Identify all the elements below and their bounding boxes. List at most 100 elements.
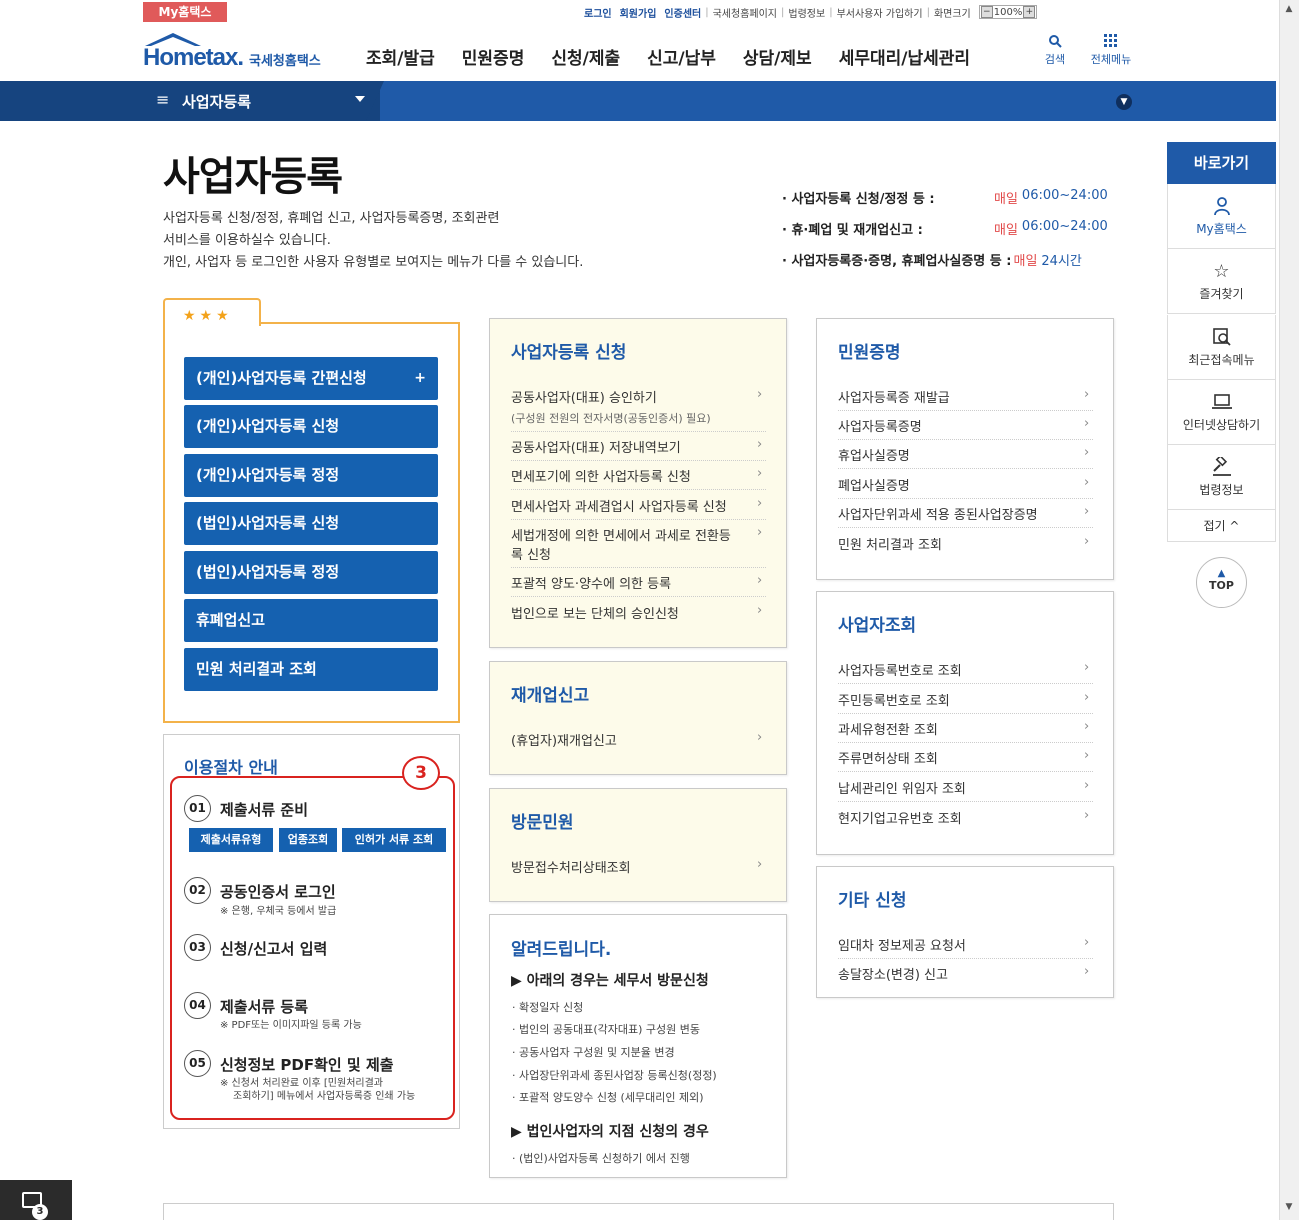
link-exempt-concurrent[interactable]: 면세사업자 과세겸업시 사업자등록 신청 [511, 496, 727, 515]
doc-type-button[interactable]: 제출서류유형 [189, 828, 273, 852]
grid-icon [1104, 34, 1117, 47]
dropdown-icon[interactable] [355, 96, 365, 102]
quick-btn-corp-apply[interactable]: (법인)사업자등록 신청 [184, 502, 438, 545]
nts-homepage-link[interactable]: 국세청홈페이지 [709, 5, 781, 20]
signup-link[interactable]: 회원가입 [616, 5, 661, 20]
search-button[interactable]: 검색 [1040, 34, 1070, 67]
divider [838, 683, 1093, 684]
link-lease-info[interactable]: 임대차 정보제공 요청서 [838, 935, 966, 954]
divider [838, 527, 1093, 528]
link-tax-admin[interactable]: 납세관리인 위임자 조회 [838, 778, 966, 797]
notice-item: · 사업장단위과세 종된사업장 등록신청(정정) [512, 1069, 717, 1082]
chevron-right-icon: › [1084, 690, 1090, 705]
quick-btn-corp-modify[interactable]: (법인)사업자등록 정정 [184, 551, 438, 594]
link-liquor-license[interactable]: 주류면허상태 조회 [838, 748, 938, 767]
sidebar-label: 인터넷상담하기 [1182, 418, 1261, 432]
industry-lookup-button[interactable]: 업종조회 [279, 828, 337, 852]
divider [838, 498, 1093, 499]
link-reissue[interactable]: 사업자등록증 재발급 [838, 387, 950, 406]
recent-search-icon [1168, 327, 1275, 347]
license-doc-button[interactable]: 인허가 서류 조회 [342, 828, 446, 852]
desc-line: 서비스를 이용하실수 있습니다. [163, 233, 331, 248]
desc-line: 사업자등록 신청/정정, 휴폐업 신고, 사업자등록증명, 조회관련 [163, 211, 500, 226]
link-transfer[interactable]: 포괄적 양도·양수에 의한 등록 [511, 573, 671, 592]
navbar-title[interactable]: 사업자등록 [182, 91, 251, 112]
link-tax-type-change[interactable]: 과세유형전환 조회 [838, 719, 938, 738]
chevron-right-icon: › [1084, 964, 1090, 979]
panel-title: 알려드립니다. [511, 940, 612, 960]
menu-report-pay[interactable]: 신고/납부 [647, 44, 716, 69]
all-menu-button[interactable]: 전체메뉴 [1084, 34, 1138, 67]
link-reg-cert[interactable]: 사업자등록증명 [838, 416, 922, 435]
link-by-biz-number[interactable]: 사업자등록번호로 조회 [838, 660, 962, 679]
taskbar-notification[interactable]: 3 [0, 1180, 72, 1220]
link-joint-history[interactable]: 공동사업자(대표) 저장내역보기 [511, 437, 681, 456]
sidebar-recent[interactable]: 최근접속메뉴 [1167, 315, 1276, 380]
hours-label: · 사업자등록 신청/정정 등 : [782, 192, 935, 207]
quick-btn-closure[interactable]: 휴폐업신고 [184, 599, 438, 642]
divider [838, 713, 1093, 714]
chevron-right-icon: › [1084, 778, 1090, 793]
step-note: ※ PDF또는 이미지파일 등록 가능 [220, 1020, 362, 1031]
link-law-change[interactable]: 세법개정에 의한 면세에서 과세로 전환등 록 신청 [511, 525, 731, 563]
step-title: 제출서류 등록 [220, 998, 309, 1016]
scroll-up-icon[interactable]: ▲ [1281, 4, 1297, 18]
logo-text: Hometax. [143, 44, 244, 71]
navbar-notch [366, 81, 384, 121]
chevron-down-icon[interactable]: ▼ [1116, 94, 1132, 110]
laptop-icon [1168, 392, 1275, 412]
chevron-right-icon: › [1084, 387, 1090, 402]
person-icon [1168, 196, 1275, 216]
step-number: 03 [184, 934, 211, 961]
step-number: 04 [184, 992, 211, 1019]
link-result-lookup[interactable]: 민원 처리결과 조회 [838, 534, 942, 553]
link-tax-exempt-waiver[interactable]: 면세포기에 의한 사업자등록 신청 [511, 466, 691, 485]
quick-btn-personal-apply[interactable]: (개인)사업자등록 신청 [184, 405, 438, 448]
link-joint-approve[interactable]: 공동사업자(대표) 승인하기 (구성원 전원의 전자서명(공동인증서) 필요) [511, 387, 711, 426]
login-link[interactable]: 로그인 [580, 5, 616, 20]
hometax-logo[interactable]: Hometax. 국세청홈택스 [143, 32, 333, 72]
zoom-in-button[interactable]: + [1023, 6, 1036, 18]
link-local-id[interactable]: 현지기업고유번호 조회 [838, 808, 962, 827]
link-closure-cert[interactable]: 폐업사실증명 [838, 475, 910, 494]
divider [838, 801, 1093, 802]
vertical-scrollbar[interactable] [1279, 0, 1299, 1220]
menu-tax-agent[interactable]: 세무대리/납세관리 [839, 44, 970, 69]
link-by-resident-number[interactable]: 주민등록번호로 조회 [838, 690, 950, 709]
sidebar-law[interactable]: 법령정보 [1167, 445, 1276, 510]
quick-btn-personal-simple[interactable]: (개인)사업자등록 간편신청 + [184, 357, 438, 400]
menu-application[interactable]: 신청/제출 [551, 44, 620, 69]
top-button[interactable]: ▲ TOP [1196, 557, 1247, 608]
sidebar-consult[interactable]: 인터넷상담하기 [1167, 380, 1276, 445]
my-hometax-tab[interactable]: My홈택스 [143, 2, 227, 22]
quick-btn-personal-modify[interactable]: (개인)사업자등록 정정 [184, 454, 438, 497]
menu-certificate[interactable]: 민원증명 [462, 44, 525, 69]
link-branch-cert[interactable]: 사업자단위과세 적용 종된사업장증명 [838, 504, 1038, 523]
law-info-link[interactable]: 법령정보 [784, 5, 829, 20]
fold-button[interactable]: 접기 ^ [1167, 510, 1276, 542]
scroll-down-icon[interactable]: ▼ [1281, 1202, 1297, 1216]
sidebar-favorites[interactable]: ☆ 즐겨찾기 [1167, 249, 1276, 314]
menu-inquiry[interactable]: 조회/발급 [366, 44, 435, 69]
chevron-right-icon: › [757, 730, 763, 745]
logo-subtext: 국세청홈택스 [249, 54, 321, 69]
panel-reopen [489, 661, 787, 775]
sidebar-my-hometax[interactable]: My홈택스 [1167, 184, 1276, 249]
zoom-out-button[interactable]: − [980, 6, 993, 18]
chevron-right-icon: › [1084, 935, 1090, 950]
star-icon: ★★★ [183, 308, 233, 324]
dept-user-link[interactable]: 부서사용자 가입하기 [833, 5, 927, 20]
link-suspension-cert[interactable]: 휴업사실증명 [838, 445, 910, 464]
cert-center-link[interactable]: 인증센터 [660, 5, 705, 20]
link-visit-status[interactable]: 방문접수처리상태조회 [511, 857, 631, 876]
link-sub: (구성원 전원의 전자서명(공동인증서) 필요) [511, 412, 711, 425]
quick-btn-result[interactable]: 민원 처리결과 조회 [184, 648, 438, 691]
link-org-approval[interactable]: 법인으로 보는 단체의 승인신청 [511, 603, 679, 622]
menu-consult[interactable]: 상담/제보 [743, 44, 812, 69]
chevron-right-icon: › [1084, 660, 1090, 675]
link-delivery-address[interactable]: 송달장소(변경) 신고 [838, 964, 948, 983]
chevron-right-icon: › [1084, 748, 1090, 763]
divider [511, 460, 766, 461]
link-reopen[interactable]: (휴업자)재개업신고 [511, 730, 617, 749]
hours-day: 매일 [994, 192, 1018, 207]
